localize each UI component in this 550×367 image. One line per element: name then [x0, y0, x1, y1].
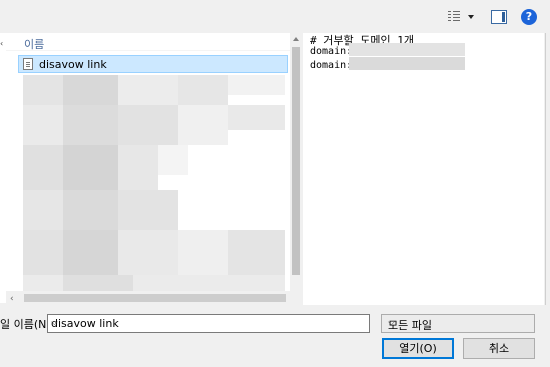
cancel-button[interactable]: 취소 — [463, 338, 535, 359]
preview-pane: # 거부할 도메인 1개 domain: domain: — [303, 33, 544, 305]
obscured-file-list — [23, 75, 285, 300]
file-item-selected[interactable]: disavow link — [18, 55, 288, 73]
change-view-button[interactable] — [446, 9, 478, 25]
horizontal-scroll-thumb[interactable] — [24, 294, 286, 302]
scroll-up-icon[interactable] — [293, 37, 299, 41]
chevron-down-icon[interactable]: ⌵ — [388, 318, 530, 328]
preview-pane-icon[interactable] — [491, 10, 507, 24]
redacted-value — [349, 57, 465, 70]
preview-line-domain-2: domain: — [310, 60, 353, 71]
horizontal-scrollbar[interactable]: ‹ — [6, 291, 290, 305]
chevron-left-icon: ‹ — [0, 39, 4, 48]
details-view-icon — [448, 11, 460, 22]
vertical-scrollbar[interactable] — [290, 33, 302, 305]
file-list[interactable]: 이름 disavow link — [6, 33, 290, 305]
redacted-value — [349, 43, 465, 56]
pane-border — [545, 33, 546, 305]
chevron-down-icon[interactable]: ⌵ — [51, 318, 365, 328]
open-button[interactable]: 열기(O) — [382, 338, 454, 359]
chevron-down-icon — [468, 15, 474, 19]
text-file-icon — [23, 58, 33, 70]
header-divider — [6, 50, 290, 51]
help-icon[interactable]: ? — [521, 9, 537, 25]
scroll-left-icon[interactable]: ‹ — [10, 294, 14, 304]
file-type-select[interactable]: 모든 파일 ⌵ — [381, 314, 535, 333]
file-name: disavow link — [39, 58, 107, 71]
filename-input[interactable]: disavow link ⌵ — [47, 314, 370, 333]
preview-line-domain-1: domain: — [310, 46, 353, 57]
vertical-scroll-thumb[interactable] — [292, 47, 300, 275]
dialog-toolbar: ? — [0, 0, 550, 32]
